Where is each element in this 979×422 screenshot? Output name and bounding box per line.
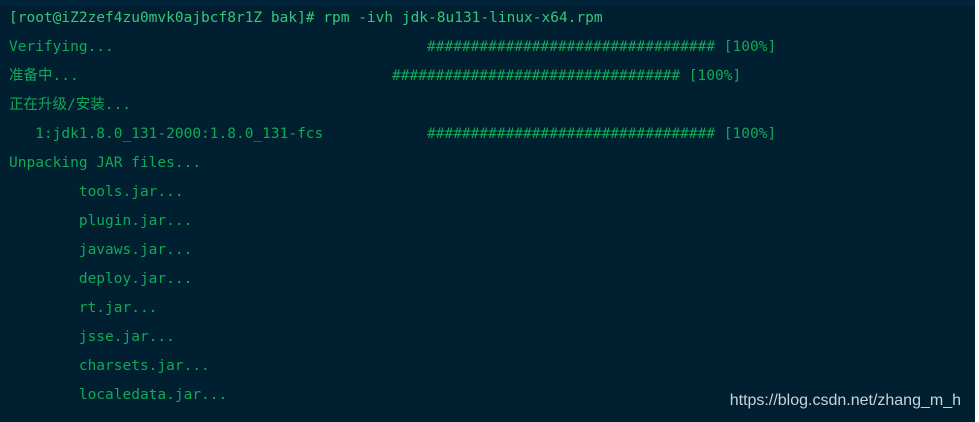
watermark-url: https://blog.csdn.net/zhang_m_h [729, 392, 961, 409]
progress-bar-preparing: ################################# [100%] [392, 68, 742, 84]
output-line-jsse-jar: jsse.jar... [9, 329, 175, 345]
page-edge [975, 0, 979, 422]
output-line-upgrading: 正在升级/安装... [9, 97, 131, 113]
progress-bar-package: ################################# [100%] [427, 126, 777, 142]
output-line-package: 1:jdk1.8.0_131-2000:1.8.0_131-fcs [9, 126, 324, 142]
output-line-charsets-jar: charsets.jar... [9, 358, 210, 374]
terminal-window[interactable]: [root@iZ2zef4zu0mvk0ajbcf8r1Z bak]# rpm … [0, 0, 975, 422]
output-line-localedata-jar: localedata.jar... [9, 387, 228, 403]
command-prompt-line: [root@iZ2zef4zu0mvk0ajbcf8r1Z bak]# rpm … [9, 10, 603, 26]
progress-bar-verifying: ################################# [100%] [427, 39, 777, 55]
output-line-javaws-jar: javaws.jar... [9, 242, 193, 258]
output-line-rt-jar: rt.jar... [9, 300, 158, 316]
output-line-preparing: 准备中... [9, 68, 79, 84]
output-line-verifying: Verifying... [9, 39, 114, 55]
output-line-deploy-jar: deploy.jar... [9, 271, 193, 287]
output-line-tools-jar: tools.jar... [9, 184, 184, 200]
output-line-unpacking: Unpacking JAR files... [9, 155, 202, 171]
output-line-plugin-jar: plugin.jar... [9, 213, 193, 229]
